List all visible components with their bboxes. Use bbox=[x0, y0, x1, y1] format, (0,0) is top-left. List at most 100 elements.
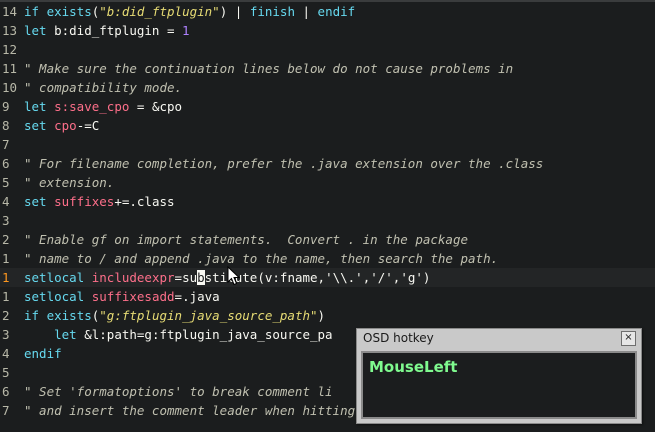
code-text[interactable]: set cpo-=C bbox=[24, 116, 99, 135]
code-line[interactable]: 8 set cpo-=C bbox=[0, 116, 655, 135]
code-text[interactable]: " Enable gf on import statements. Conver… bbox=[24, 230, 468, 249]
line-number: 14 bbox=[2, 4, 18, 19]
code-token: suffixesadd bbox=[91, 289, 175, 304]
code-line[interactable]: 10 " compatibility mode. bbox=[0, 78, 655, 97]
line-number: 12 bbox=[2, 42, 18, 57]
code-line[interactable]: 5 " extension. bbox=[0, 173, 655, 192]
code-text[interactable]: " For filename completion, prefer the .j… bbox=[24, 154, 543, 173]
code-text[interactable]: " compatibility mode. bbox=[24, 78, 182, 97]
code-line[interactable]: 14 if exists("b:did_ftplugin") | finish |… bbox=[0, 2, 655, 21]
code-text[interactable]: let &l:path=g:ftplugin_java_source_pa bbox=[24, 325, 333, 344]
code-line[interactable]: 12 bbox=[0, 40, 655, 59]
close-icon[interactable]: × bbox=[621, 331, 636, 346]
code-text[interactable]: " Set 'formatoptions' to break comment l… bbox=[24, 382, 333, 401]
code-token: set bbox=[24, 194, 47, 209]
code-text[interactable]: setlocal suffixesadd=.java bbox=[24, 287, 220, 306]
code-token: "b:did_ftplugin" bbox=[99, 4, 220, 19]
text-cursor: b bbox=[197, 270, 205, 285]
line-number: 3 bbox=[2, 213, 10, 228]
code-token: 1 bbox=[182, 23, 190, 38]
code-text[interactable]: let b:did_ftplugin = 1 bbox=[24, 21, 190, 40]
line-number: 13 bbox=[2, 23, 18, 38]
osd-titlebar[interactable]: OSD hotkey × bbox=[357, 329, 641, 349]
code-token: " Make sure the continuation lines below… bbox=[24, 61, 514, 76]
code-line[interactable]: 2 if exists("g:ftplugin_java_source_path"… bbox=[0, 306, 655, 325]
line-number: 4 bbox=[2, 194, 10, 209]
code-token: finish bbox=[249, 4, 295, 19]
code-text[interactable]: " extension. bbox=[24, 173, 114, 192]
code-token: " compatibility mode. bbox=[24, 80, 183, 95]
line-number: 6 bbox=[2, 156, 10, 171]
line-number: 7 bbox=[2, 137, 10, 152]
line-number: 3 bbox=[2, 327, 10, 342]
code-token: if bbox=[24, 308, 40, 323]
osd-hotkey-window[interactable]: OSD hotkey × MouseLeft bbox=[356, 328, 642, 424]
code-token: " Enable gf on import statements. Conver… bbox=[24, 232, 469, 247]
code-token: =su bbox=[174, 270, 198, 285]
code-text[interactable]: if exists("b:did_ftplugin") | finish | e… bbox=[24, 2, 355, 21]
code-line[interactable]: 1 setlocal includeexpr=substitute(v:fname… bbox=[0, 268, 655, 287]
code-token: -=C bbox=[76, 118, 100, 133]
osd-body: MouseLeft bbox=[361, 351, 637, 419]
code-token: +=.class bbox=[114, 194, 175, 209]
mouse-pointer-icon bbox=[227, 266, 241, 286]
code-token: let bbox=[54, 327, 77, 342]
line-number: 1 bbox=[2, 289, 10, 304]
code-token: " extension. bbox=[24, 175, 115, 190]
code-text[interactable]: " name to / and append .java to the name… bbox=[24, 249, 498, 268]
code-token: if bbox=[24, 4, 40, 19]
line-number: 6 bbox=[2, 384, 10, 399]
code-token: setlocal bbox=[24, 270, 85, 285]
code-line[interactable]: 4 set suffixes+=.class bbox=[0, 192, 655, 211]
code-token: " Set 'formatoptions' to break comment l… bbox=[24, 384, 333, 399]
line-number: 5 bbox=[2, 175, 10, 190]
code-line[interactable]: 3 bbox=[0, 211, 655, 230]
osd-title: OSD hotkey bbox=[363, 331, 434, 345]
code-token: ) | bbox=[219, 4, 250, 19]
code-text[interactable]: set suffixes+=.class bbox=[24, 192, 175, 211]
code-token: &l:path=g:ftplugin_java_source_pa bbox=[76, 327, 333, 342]
line-number: 1 bbox=[2, 251, 10, 266]
code-text[interactable]: endif bbox=[24, 344, 62, 363]
line-number: 5 bbox=[2, 365, 10, 380]
code-text[interactable]: if exists("g:ftplugin_java_source_path") bbox=[24, 306, 325, 325]
line-number: 8 bbox=[2, 118, 10, 133]
code-token: b:did_ftplugin = bbox=[46, 23, 183, 38]
code-token: exists bbox=[46, 308, 92, 323]
code-text[interactable]: let s:save_cpo = &cpo bbox=[24, 97, 182, 116]
code-token: let bbox=[24, 99, 47, 114]
line-number: 4 bbox=[2, 346, 10, 361]
code-token: "g:ftplugin_java_source_path" bbox=[99, 308, 318, 323]
code-line[interactable]: 9 let s:save_cpo = &cpo bbox=[0, 97, 655, 116]
line-number: 11 bbox=[2, 61, 18, 76]
code-line[interactable]: 11 " Make sure the continuation lines bel… bbox=[0, 59, 655, 78]
code-line[interactable]: 7 bbox=[0, 135, 655, 154]
code-token: set bbox=[24, 118, 47, 133]
code-token: let bbox=[24, 23, 47, 38]
code-token: setlocal bbox=[24, 289, 85, 304]
code-line[interactable]: 2 " Enable gf on import statements. Conve… bbox=[0, 230, 655, 249]
code-line[interactable]: 1 setlocal suffixesadd=.java bbox=[0, 287, 655, 306]
code-token: s:save_cpo bbox=[54, 99, 130, 114]
code-token: exists bbox=[46, 4, 92, 19]
line-number: 9 bbox=[2, 99, 10, 114]
code-token: endif bbox=[24, 346, 62, 361]
code-line[interactable]: 13 let b:did_ftplugin = 1 bbox=[0, 21, 655, 40]
code-token: endif bbox=[317, 4, 356, 19]
line-number: 1 bbox=[2, 270, 10, 285]
code-token: cpo bbox=[54, 118, 77, 133]
code-token: includeexpr bbox=[91, 270, 175, 285]
line-number: 2 bbox=[2, 232, 10, 247]
code-text[interactable]: " Make sure the continuation lines below… bbox=[24, 59, 513, 78]
code-token: suffixes bbox=[54, 194, 115, 209]
code-line[interactable]: 1 " name to / and append .java to the nam… bbox=[0, 249, 655, 268]
code-line[interactable]: 6 " For filename completion, prefer the .… bbox=[0, 154, 655, 173]
code-token: " name to / and append .java to the name… bbox=[24, 251, 499, 266]
